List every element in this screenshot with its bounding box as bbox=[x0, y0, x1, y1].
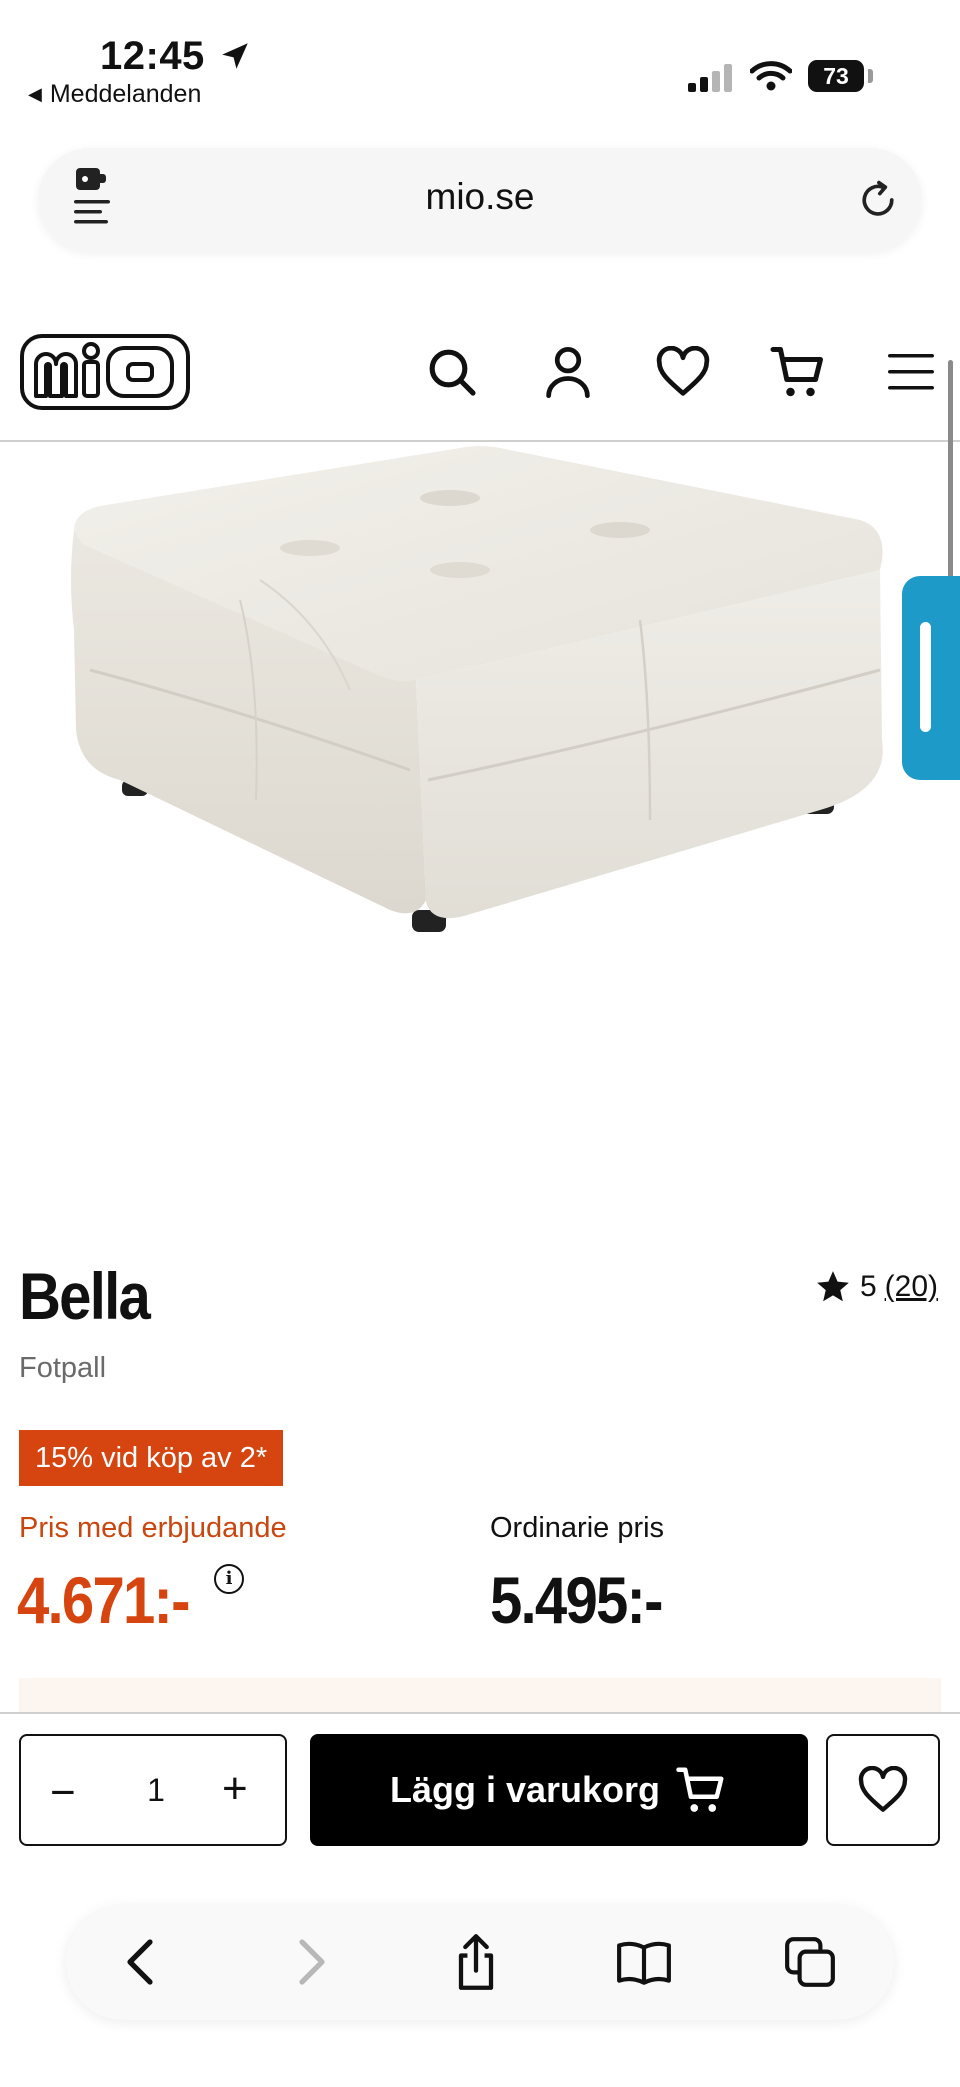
cart-icon bbox=[676, 1767, 724, 1812]
mio-logo[interactable]: mio bbox=[20, 334, 190, 410]
browser-forward-button[interactable] bbox=[282, 1932, 342, 1992]
star-icon bbox=[817, 1271, 849, 1302]
offer-price: 4.671:- bbox=[17, 1563, 190, 1637]
chevron-left-icon bbox=[127, 1939, 153, 1985]
add-to-cart-label: Lägg i varukorg bbox=[389, 1769, 661, 1810]
reload-icon[interactable] bbox=[856, 178, 900, 222]
product-image[interactable] bbox=[60, 440, 900, 960]
wifi-icon bbox=[750, 61, 792, 91]
quantity-decrease-button[interactable]: − bbox=[50, 1768, 76, 1818]
product-rating[interactable]: 5 (20) bbox=[814, 1268, 938, 1306]
url-text[interactable]: mio.se bbox=[0, 176, 960, 218]
quantity-increase-button[interactable]: + bbox=[222, 1764, 248, 1814]
product-subtitle: Fotpall bbox=[19, 1352, 107, 1384]
offer-price-label: Pris med erbjudande bbox=[19, 1512, 287, 1544]
review-count-link[interactable]: (20) bbox=[885, 1270, 938, 1304]
bookmarks-button[interactable] bbox=[614, 1932, 674, 1992]
quantity-value[interactable]: 1 bbox=[130, 1772, 182, 1809]
book-icon bbox=[617, 1941, 671, 1985]
drawer-grip bbox=[920, 622, 931, 732]
product-title: Bella bbox=[19, 1259, 151, 1333]
status-time: 12:45 bbox=[100, 34, 252, 79]
wishlist-icon[interactable] bbox=[654, 346, 712, 398]
heart-icon bbox=[858, 1766, 908, 1812]
cart-icon[interactable] bbox=[768, 342, 828, 402]
cellular-signal-icon bbox=[688, 64, 736, 92]
regular-price-label: Ordinarie pris bbox=[490, 1512, 665, 1544]
search-icon[interactable] bbox=[424, 344, 480, 400]
side-drawer-tab[interactable] bbox=[902, 576, 960, 780]
sticky-bar-divider bbox=[0, 1712, 960, 1714]
promo-badge: 15% vid köp av 2* bbox=[19, 1430, 284, 1486]
info-box-peek bbox=[19, 1678, 941, 1714]
rating-value: 5 bbox=[859, 1270, 877, 1303]
regular-price: 5.495:- bbox=[490, 1563, 663, 1637]
battery-indicator: 73 bbox=[808, 60, 864, 92]
menu-icon[interactable] bbox=[886, 350, 936, 394]
info-icon[interactable]: i bbox=[214, 1564, 244, 1594]
scroll-indicator bbox=[948, 360, 953, 610]
add-to-wishlist-button[interactable] bbox=[826, 1734, 940, 1846]
back-triangle-icon: ◀ bbox=[28, 84, 42, 104]
battery-cap bbox=[868, 69, 873, 83]
share-icon bbox=[458, 1934, 494, 1990]
account-icon[interactable] bbox=[542, 344, 594, 400]
add-to-cart-button[interactable]: Lägg i varukorg bbox=[310, 1734, 808, 1846]
browser-back-button[interactable] bbox=[110, 1932, 170, 1992]
share-button[interactable] bbox=[446, 1932, 506, 1992]
back-to-app-link[interactable]: ◀ Meddelanden bbox=[28, 80, 201, 109]
battery-level: 73 bbox=[823, 62, 849, 89]
location-arrow-icon bbox=[222, 43, 249, 69]
tabs-button[interactable] bbox=[780, 1932, 840, 1992]
tabs-icon bbox=[785, 1937, 835, 1987]
back-app-label: Meddelanden bbox=[49, 80, 202, 108]
chevron-right-icon bbox=[299, 1939, 325, 1985]
